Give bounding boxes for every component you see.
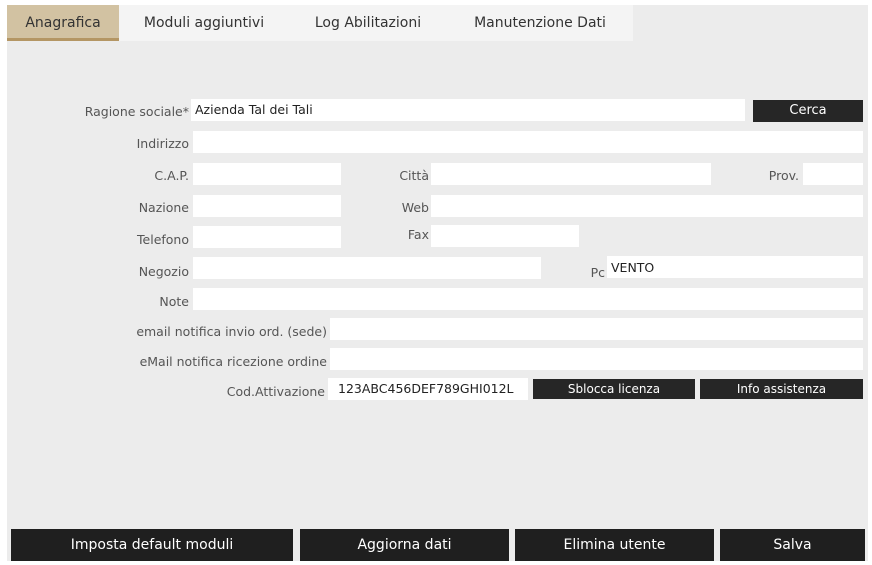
citta-field[interactable] xyxy=(431,163,711,185)
negozio-field[interactable] xyxy=(193,257,541,279)
nazione-field[interactable] xyxy=(193,195,341,217)
fax-field[interactable] xyxy=(431,225,579,247)
prov-label: Prov. xyxy=(768,168,799,183)
telefono-field[interactable] xyxy=(193,226,341,248)
tab-anagrafica[interactable]: Anagrafica xyxy=(7,5,119,41)
ragione-sociale-field[interactable] xyxy=(191,99,745,121)
footer-bar: Imposta default moduli Aggiorna dati Eli… xyxy=(7,529,868,561)
indirizzo-label: Indirizzo xyxy=(136,136,189,151)
email-ricezione-field[interactable] xyxy=(330,348,863,370)
indirizzo-field[interactable] xyxy=(193,131,863,153)
elimina-utente-button[interactable]: Elimina utente xyxy=(515,529,714,561)
imposta-default-moduli-button[interactable]: Imposta default moduli xyxy=(11,529,293,561)
prov-field[interactable] xyxy=(803,163,863,185)
citta-label: Città xyxy=(399,168,429,183)
web-field[interactable] xyxy=(431,195,863,217)
anagrafica-panel: Ragione sociale* Cerca Indirizzo C.A.P. … xyxy=(7,41,868,529)
email-invio-field[interactable] xyxy=(330,318,863,340)
app-window: Anagrafica Moduli aggiuntivi Log Abilita… xyxy=(7,5,868,561)
aggiorna-dati-button[interactable]: Aggiorna dati xyxy=(300,529,509,561)
salva-button[interactable]: Salva xyxy=(720,529,865,561)
note-field[interactable] xyxy=(193,288,863,310)
sblocca-licenza-button[interactable]: Sblocca licenza xyxy=(533,379,695,399)
cap-field[interactable] xyxy=(193,163,341,185)
cerca-button[interactable]: Cerca xyxy=(753,100,863,122)
email-invio-label: email notifica invio ord. (sede) xyxy=(136,324,327,339)
tab-bar: Anagrafica Moduli aggiuntivi Log Abilita… xyxy=(7,5,868,41)
info-assistenza-button[interactable]: Info assistenza xyxy=(700,379,863,399)
email-ricezione-label: eMail notifica ricezione ordine xyxy=(139,354,327,369)
tab-log-abilitazioni[interactable]: Log Abilitazioni xyxy=(299,5,437,41)
note-label: Note xyxy=(159,294,189,309)
tab-manutenzione-dati[interactable]: Manutenzione Dati xyxy=(459,5,621,41)
ragione-sociale-label: Ragione sociale* xyxy=(84,104,189,119)
pc-field[interactable] xyxy=(607,256,863,278)
negozio-label: Negozio xyxy=(138,264,189,279)
nazione-label: Nazione xyxy=(138,200,189,215)
cod-attivazione-field[interactable] xyxy=(328,378,528,400)
fax-label: Fax xyxy=(407,227,429,242)
tab-moduli-aggiuntivi[interactable]: Moduli aggiuntivi xyxy=(129,5,279,41)
pc-label: Pc xyxy=(590,265,605,280)
web-label: Web xyxy=(401,200,429,215)
cap-label: C.A.P. xyxy=(154,168,189,183)
cod-attivazione-label: Cod.Attivazione xyxy=(226,384,325,399)
telefono-label: Telefono xyxy=(137,232,189,247)
